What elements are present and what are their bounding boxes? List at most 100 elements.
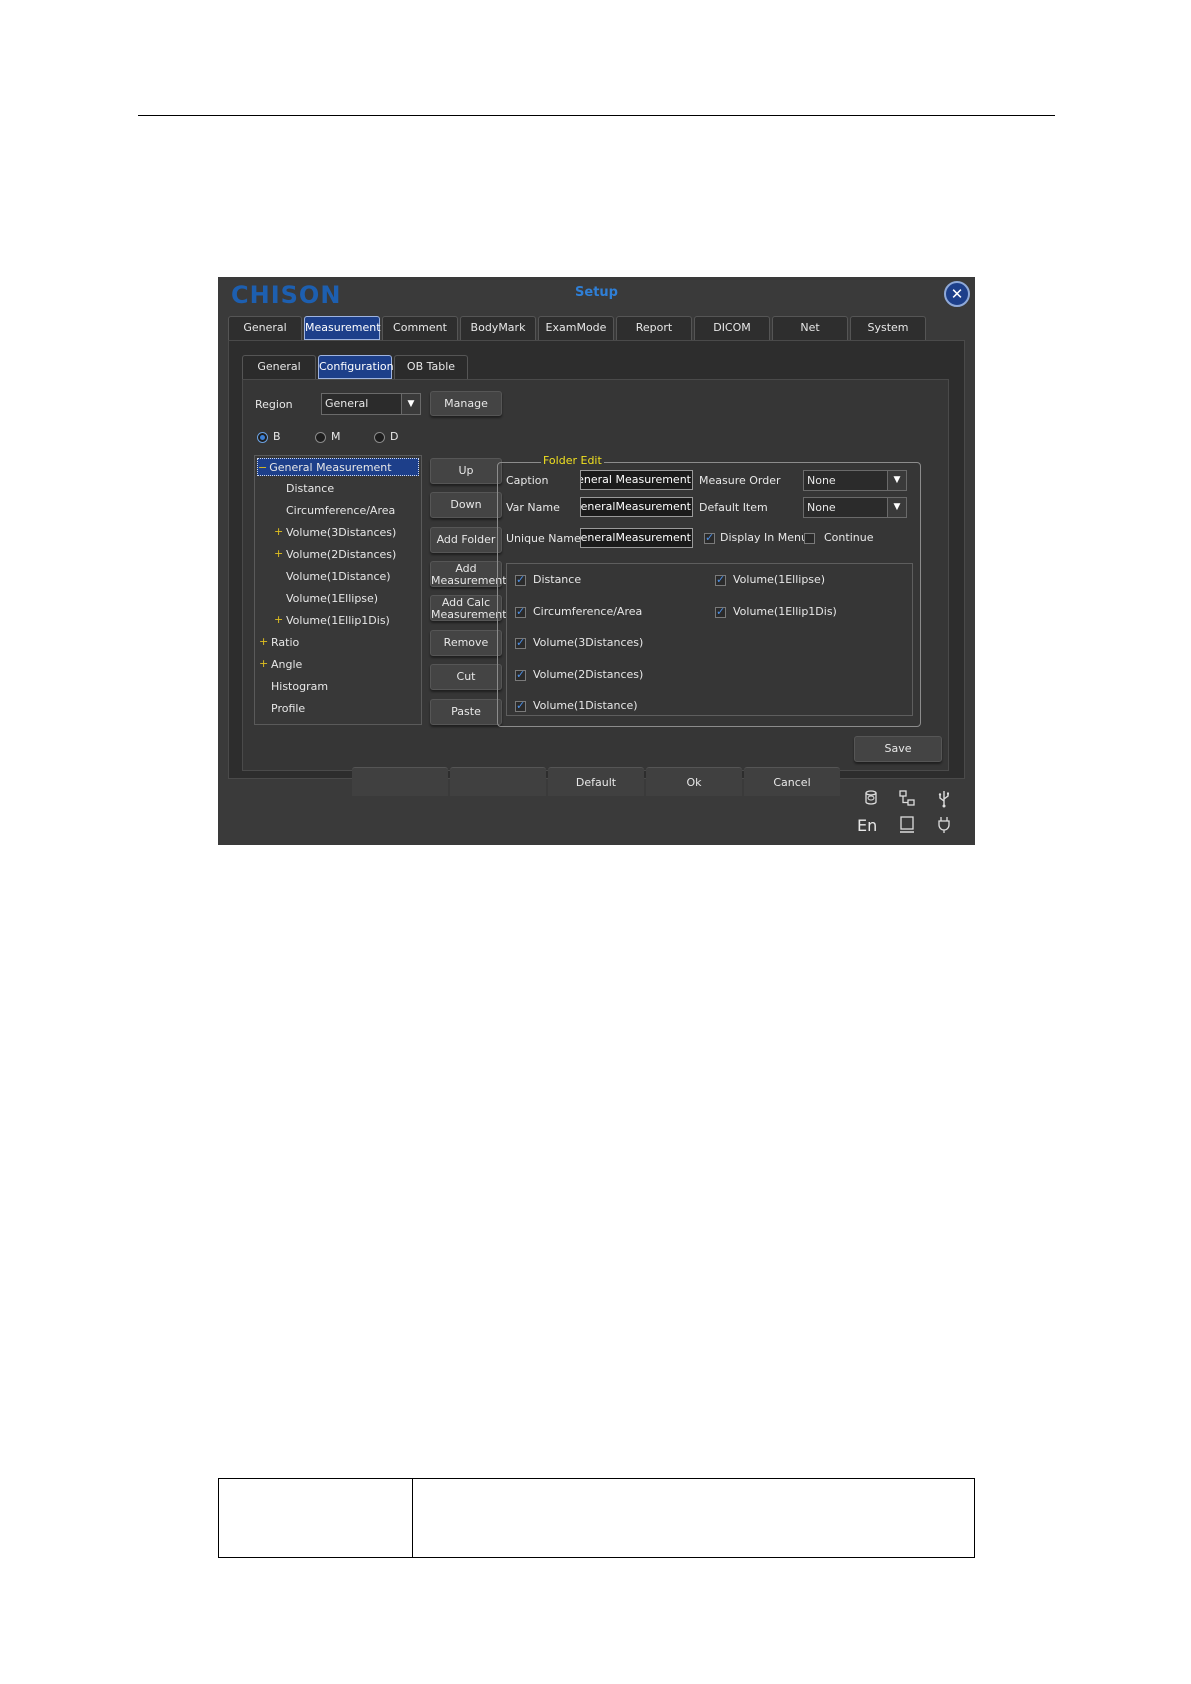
usb-icon — [937, 790, 951, 812]
chevron-down-icon: ▼ — [887, 498, 906, 517]
item-volume-1distance-checkbox[interactable] — [515, 699, 526, 712]
save-button[interactable]: Save — [854, 736, 942, 762]
item-volume-1ellipse-checkbox[interactable] — [715, 573, 726, 586]
tree-item-volume-2distances[interactable]: Volume(2Distances) — [286, 546, 396, 564]
mode-d-radio[interactable] — [374, 432, 385, 443]
default-item-select[interactable]: None ▼ — [803, 497, 907, 518]
item-volume-2distances-checkbox[interactable] — [515, 668, 526, 681]
folder-edit-title: Folder Edit — [541, 454, 604, 467]
item-volume-1distance-label: Volume(1Distance) — [533, 699, 638, 712]
cut-button[interactable]: Cut — [430, 664, 502, 690]
measure-order-select[interactable]: None ▼ — [803, 470, 907, 491]
region-value: General — [325, 397, 369, 410]
default-button[interactable]: Default — [548, 767, 644, 796]
add-folder-button[interactable]: Add Folder — [430, 527, 502, 553]
tab-net[interactable]: Net — [772, 316, 848, 340]
caption-label: Caption — [506, 474, 549, 487]
item-distance-checkbox[interactable] — [515, 573, 526, 586]
tab-exammode[interactable]: ExamMode — [538, 316, 614, 340]
tab-dicom[interactable]: DICOM — [694, 316, 770, 340]
power-plug-icon — [937, 816, 951, 838]
tree-item-ratio[interactable]: Ratio — [271, 634, 299, 652]
display-in-menu-label: Display In Menu — [720, 531, 808, 544]
continue-label: Continue — [824, 531, 874, 544]
setup-window: CHISON Setup ✕ General Measurement Comme… — [218, 277, 975, 845]
default-item-label: Default Item — [699, 501, 768, 514]
remove-button[interactable]: Remove — [430, 630, 502, 656]
tree-item-volume-1distance[interactable]: Volume(1Distance) — [286, 568, 391, 586]
blank-button-1[interactable] — [352, 767, 448, 796]
ok-button[interactable]: Ok — [646, 767, 742, 796]
mode-m-radio[interactable] — [315, 432, 326, 443]
down-button[interactable]: Down — [430, 492, 502, 518]
network-icon — [899, 790, 915, 810]
paste-button[interactable]: Paste — [430, 699, 502, 725]
tree-item-volume-1ellipse[interactable]: Volume(1Ellipse) — [286, 590, 378, 608]
item-volume-3distances-checkbox[interactable] — [515, 636, 526, 649]
caption-input[interactable]: General Measurement — [580, 470, 693, 490]
continue-checkbox[interactable] — [804, 533, 815, 544]
item-circumference-area-label: Circumference/Area — [533, 605, 643, 618]
item-volume-1ellipse-label: Volume(1Ellipse) — [733, 573, 826, 586]
item-volume-2distances-label: Volume(2Distances) — [533, 668, 644, 681]
region-label: Region — [255, 398, 293, 411]
tab-report[interactable]: Report — [616, 316, 692, 340]
expand-icon[interactable]: + — [259, 657, 268, 670]
mode-d-label: D — [390, 430, 399, 443]
display-in-menu-checkbox[interactable] — [704, 531, 715, 544]
window-title: Setup — [575, 285, 618, 300]
title-bar: CHISON Setup ✕ — [218, 277, 975, 310]
add-measurement-button[interactable]: Add Measurement — [430, 561, 507, 587]
tab-measurement[interactable]: Measurement — [304, 316, 381, 340]
expand-icon[interactable]: + — [274, 525, 283, 538]
table-column-divider — [412, 1479, 413, 1557]
cancel-button[interactable]: Cancel — [744, 767, 840, 796]
tree-item-general-measurement[interactable]: − General Measurement — [257, 458, 419, 476]
default-item-value: None — [807, 501, 836, 514]
subtab-configuration[interactable]: Configuration — [318, 355, 394, 379]
collapse-icon: − — [258, 461, 268, 474]
tab-general[interactable]: General — [228, 316, 302, 340]
tab-comment[interactable]: Comment — [382, 316, 458, 340]
measure-order-label: Measure Order — [699, 474, 781, 487]
add-calc-measurement-button[interactable]: Add Calc Measurement — [430, 595, 507, 621]
subtab-general[interactable]: General — [242, 355, 316, 379]
var-name-label: Var Name — [506, 501, 560, 514]
item-circumference-area-checkbox[interactable] — [515, 605, 526, 618]
tree-item-circumference-area[interactable]: Circumference/Area — [286, 502, 395, 520]
mode-b-radio[interactable] — [257, 432, 268, 443]
add-calc-line2: Measurement — [431, 608, 507, 621]
blank-button-2[interactable] — [450, 767, 546, 796]
tree-item-distance[interactable]: Distance — [286, 480, 334, 498]
expand-icon[interactable]: + — [274, 613, 283, 626]
add-measurement-line2: Measurement — [431, 574, 507, 587]
tab-bodymark[interactable]: BodyMark — [460, 316, 536, 340]
tree-item-histogram[interactable]: Histogram — [271, 678, 328, 696]
item-volume-3distances-label: Volume(3Distances) — [533, 636, 644, 649]
unique-name-input[interactable]: GeneralMeasurement — [580, 528, 693, 548]
tree-item-volume-3distances[interactable]: Volume(3Distances) — [286, 524, 396, 542]
tree-item-angle[interactable]: Angle — [271, 656, 302, 674]
document-table — [218, 1478, 975, 1558]
tree-item-volume-1ellip1dis[interactable]: Volume(1Ellip1Dis) — [286, 612, 390, 630]
tab-system[interactable]: System — [850, 316, 926, 340]
monitor-icon — [899, 816, 915, 838]
tree-item-profile[interactable]: Profile — [271, 700, 305, 718]
region-select[interactable]: General ▼ — [321, 393, 421, 415]
item-volume-1ellip1dis-checkbox[interactable] — [715, 605, 726, 618]
chevron-down-icon: ▼ — [401, 394, 420, 414]
expand-icon[interactable]: + — [274, 547, 283, 560]
unique-name-label: Unique Name — [506, 532, 581, 545]
subtab-ob-table[interactable]: OB Table — [394, 355, 468, 379]
expand-icon[interactable]: + — [259, 635, 268, 648]
mode-m-label: M — [331, 430, 341, 443]
var-name-input[interactable]: GeneralMeasurement — [580, 497, 693, 517]
language-indicator[interactable]: En — [857, 816, 877, 835]
up-button[interactable]: Up — [430, 458, 502, 484]
item-volume-1ellip1dis-label: Volume(1Ellip1Dis) — [733, 605, 837, 618]
close-button[interactable]: ✕ — [944, 281, 970, 307]
manage-button[interactable]: Manage — [430, 391, 502, 416]
chevron-down-icon: ▼ — [887, 471, 906, 490]
close-icon: ✕ — [950, 285, 964, 303]
measurement-tree: − General Measurement Distance Circumfere… — [254, 455, 422, 725]
